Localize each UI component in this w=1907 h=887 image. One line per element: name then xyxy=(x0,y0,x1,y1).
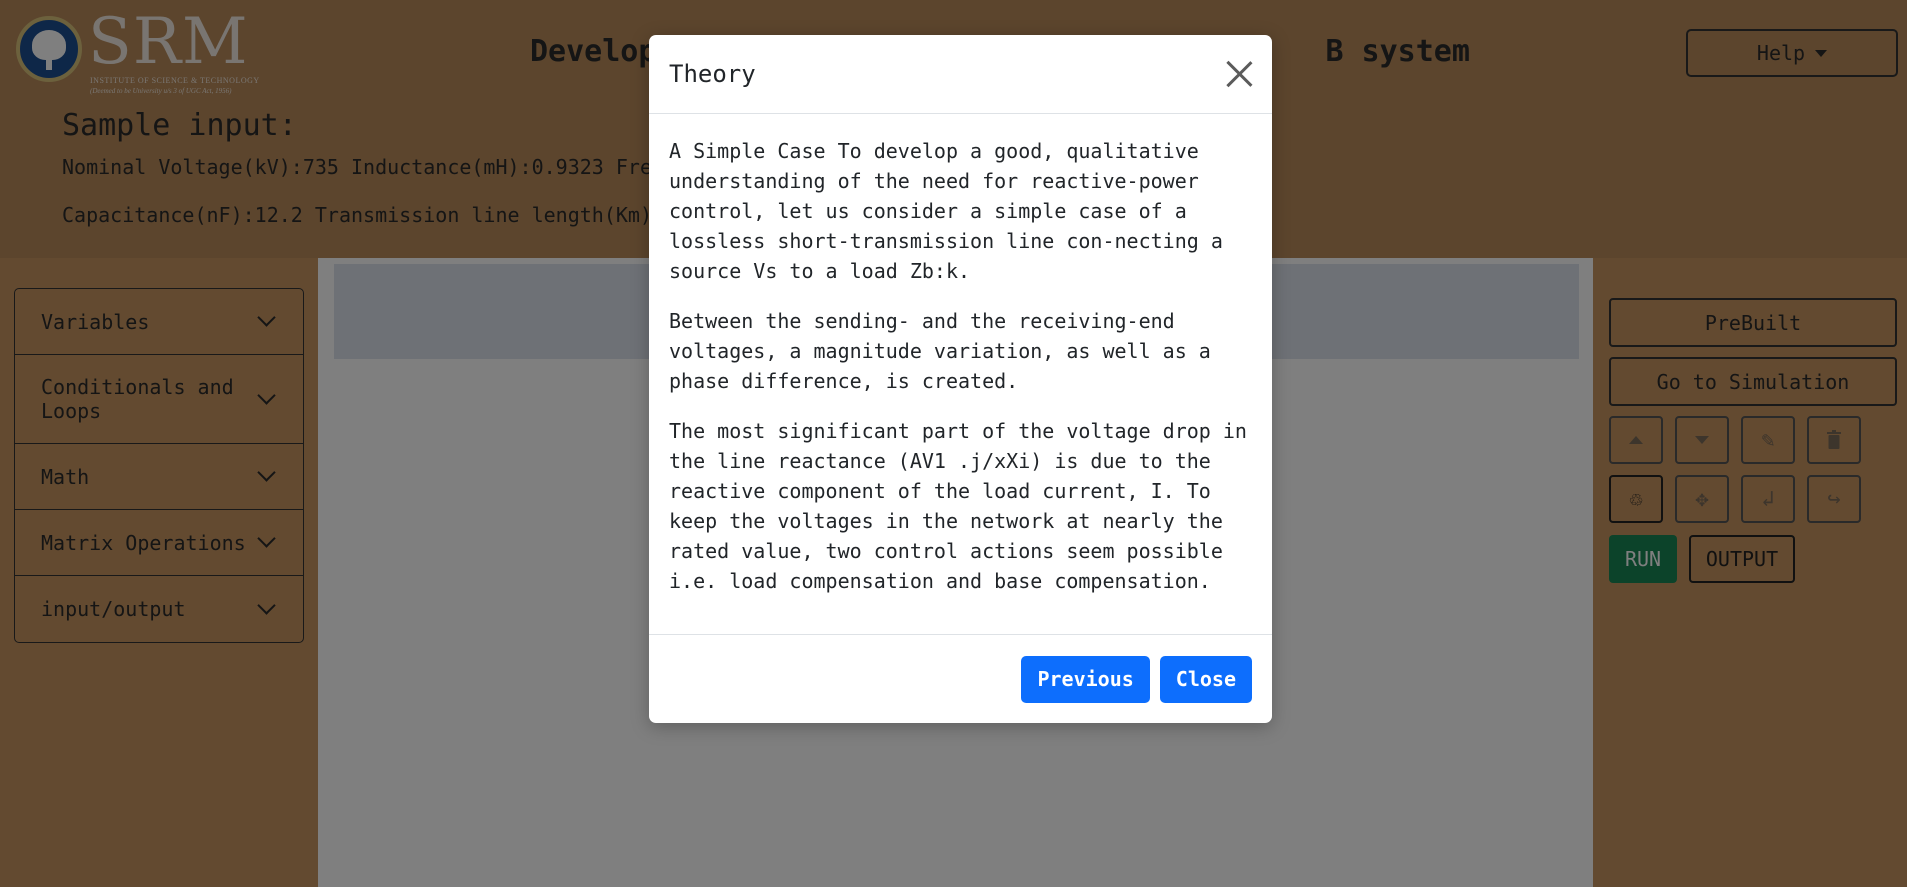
modal-title: Theory xyxy=(669,60,756,88)
theory-paragraph: Between the sending- and the receiving-e… xyxy=(669,309,1211,393)
theory-paragraph: A Simple Case To develop a good, qualita… xyxy=(669,139,1223,283)
close-icon[interactable] xyxy=(1226,61,1252,87)
modal-body: A Simple Case To develop a good, qualita… xyxy=(649,114,1272,634)
theory-paragraph: The most significant part of the voltage… xyxy=(669,419,1247,593)
close-button[interactable]: Close xyxy=(1159,655,1252,703)
previous-button[interactable]: Previous xyxy=(1021,655,1150,703)
modal-footer: Previous Close xyxy=(649,634,1272,723)
modal-header: Theory xyxy=(649,35,1272,114)
theory-modal: Theory A Simple Case To develop a good, … xyxy=(649,35,1272,723)
